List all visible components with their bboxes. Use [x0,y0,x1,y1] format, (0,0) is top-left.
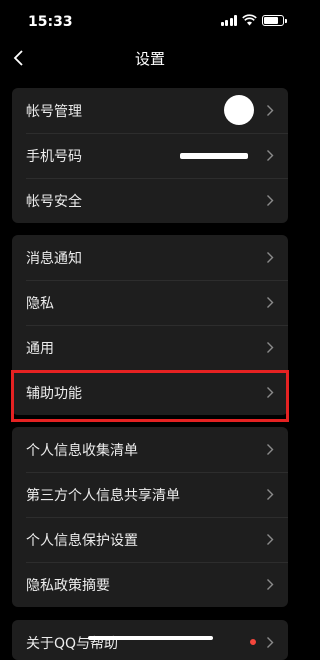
cellular-signal-icon [220,14,237,26]
third-party-sharing-item[interactable]: 第三方个人信息共享清单 [12,472,288,517]
chevron-right-icon [267,489,274,500]
info-protection-label: 个人信息保护设置 [26,532,138,549]
chevron-right-icon [267,150,274,161]
chevron-right-icon [267,534,274,545]
status-icons [220,14,287,26]
personal-info-group: 个人信息收集清单 第三方个人信息共享清单 个人信息保护设置 隐私政策摘要 [12,427,288,607]
wifi-icon [242,14,257,26]
general-group: 消息通知 隐私 通用 辅助功能 [12,235,288,415]
accessibility-label: 辅助功能 [26,385,82,402]
nav-bar: 设置 [0,40,300,76]
personal-info-list-item[interactable]: 个人信息收集清单 [12,427,288,472]
chevron-right-icon [267,195,274,206]
new-badge-dot [250,639,256,645]
privacy-label: 隐私 [26,295,54,312]
phone-number-label: 手机号码 [26,148,82,165]
chevron-right-icon [267,297,274,308]
phone-number-item[interactable]: 手机号码 [12,133,288,178]
chevron-right-icon [267,342,274,353]
chevron-right-icon [267,444,274,455]
info-protection-item[interactable]: 个人信息保护设置 [12,517,288,562]
third-party-sharing-label: 第三方个人信息共享清单 [26,487,180,504]
chevron-right-icon [267,579,274,590]
accessibility-item[interactable]: 辅助功能 [12,370,288,415]
privacy-item[interactable]: 隐私 [12,280,288,325]
chevron-right-icon [267,387,274,398]
home-indicator [88,636,213,640]
chevron-right-icon [267,105,274,116]
account-management-label: 帐号管理 [26,103,82,120]
notifications-item[interactable]: 消息通知 [12,235,288,280]
general-item[interactable]: 通用 [12,325,288,370]
personal-info-list-label: 个人信息收集清单 [26,442,138,459]
account-management-item[interactable]: 帐号管理 [12,88,288,133]
account-security-item[interactable]: 帐号安全 [12,178,288,223]
about-help-item[interactable]: 关于QQ与帮助 [12,620,288,660]
general-label: 通用 [26,340,54,357]
about-group: 关于QQ与帮助 [12,620,288,660]
phone-number-redacted [180,153,248,159]
battery-icon [262,14,287,26]
notifications-label: 消息通知 [26,250,82,267]
chevron-right-icon [267,252,274,263]
status-bar: 15:33 [0,0,300,44]
status-time: 15:33 [28,14,73,30]
page-title: 设置 [134,50,165,68]
privacy-summary-item[interactable]: 隐私政策摘要 [12,562,288,607]
account-group: 帐号管理 手机号码 帐号安全 [12,88,288,223]
privacy-summary-label: 隐私政策摘要 [26,577,110,594]
account-security-label: 帐号安全 [26,193,82,210]
chevron-right-icon [267,637,274,648]
avatar [224,95,254,125]
